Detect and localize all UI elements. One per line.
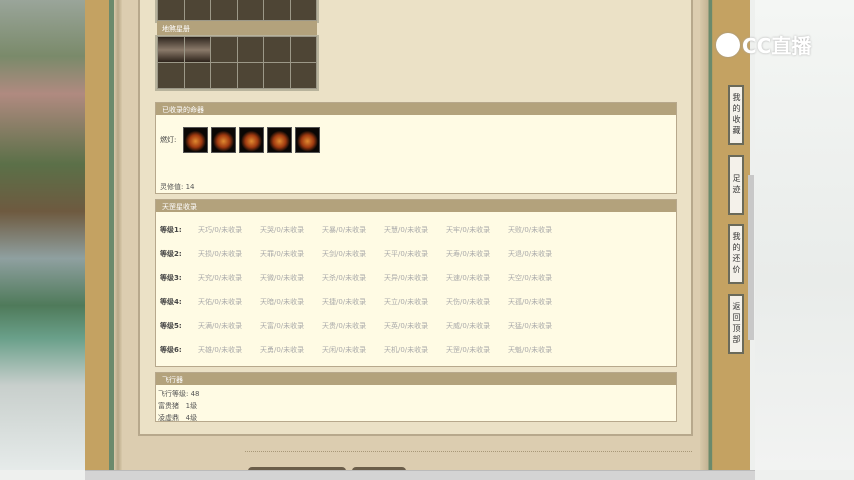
card-grid bbox=[155, 35, 319, 91]
card-slot[interactable] bbox=[157, 36, 185, 63]
divider bbox=[245, 451, 692, 452]
star-entry: 天伤/0/未收录 bbox=[446, 298, 491, 306]
level-label: 等级6: bbox=[160, 346, 182, 354]
star-entry: 天速/0/未收录 bbox=[446, 274, 491, 282]
flyer-panel: 飞行器 飞行等级: 48 富贵猪 1级 凌虚鼎 4级 bbox=[155, 372, 677, 422]
star-entry: 天寿/0/未收录 bbox=[446, 250, 491, 258]
star-entry: 天退/0/未收录 bbox=[508, 250, 553, 258]
frame-border-right bbox=[700, 0, 720, 470]
bargain-label: 我的还价 bbox=[732, 232, 741, 276]
panel-title: 已收录的命器 bbox=[156, 103, 676, 115]
star-entry: 天猛/0/未收录 bbox=[508, 322, 553, 330]
level-label: 等级5: bbox=[160, 322, 182, 330]
star-entry: 天杀/0/未收录 bbox=[322, 274, 367, 282]
logo-text: CC直播 bbox=[742, 34, 812, 58]
star-entry: 天究/0/未收录 bbox=[198, 274, 243, 282]
star-entry: 天闲/0/未收录 bbox=[322, 346, 367, 354]
level-label: 等级3: bbox=[160, 274, 182, 282]
artifact-icon[interactable] bbox=[266, 127, 292, 153]
star-entry: 天剑/0/未收录 bbox=[322, 250, 367, 258]
background-right bbox=[755, 0, 854, 470]
horizontal-scrollbar[interactable] bbox=[85, 470, 755, 480]
star-entry: 天富/0/未收录 bbox=[260, 322, 305, 330]
panel-title: 飞行器 bbox=[156, 373, 676, 385]
footprint-button[interactable]: 足迹 bbox=[728, 155, 744, 215]
star-entry: 天哭/0/未收录 bbox=[260, 226, 305, 234]
level-label: 等级1: bbox=[160, 226, 182, 234]
level-row: 等级2: 天损/0/未收录 天罪/0/未收录 天剑/0/未收录 天平/0/未收录 天寿/0… bbox=[160, 249, 670, 261]
star-entry: 天巧/0/未收录 bbox=[198, 226, 243, 234]
bargain-button[interactable]: 我的还价 bbox=[728, 224, 744, 284]
back-to-top-label: 返回顶部 bbox=[732, 302, 741, 346]
level-row: 等级4: 天佑/0/未收录 天暗/0/未收录 天捷/0/未收录 天立/0/未收录 天伤/0… bbox=[160, 297, 670, 309]
card-grid-top bbox=[155, 0, 319, 23]
star-entry: 天牢/0/未收录 bbox=[446, 226, 491, 234]
artifacts-panel: 已收录的命器 燃灯: 灵修值: 14 bbox=[155, 102, 677, 194]
star-entry: 天损/0/未收录 bbox=[198, 250, 243, 258]
star-entry: 天满/0/未收录 bbox=[198, 322, 243, 330]
panel-title: 天罡星收录 bbox=[156, 200, 676, 212]
footprint-label: 足迹 bbox=[732, 174, 741, 196]
vertical-scrollbar[interactable] bbox=[748, 175, 754, 340]
star-entry: 天罡/0/未收录 bbox=[446, 346, 491, 354]
star-entry: 天捷/0/未收录 bbox=[322, 298, 367, 306]
frame-border bbox=[114, 0, 122, 470]
star-entry: 天威/0/未收录 bbox=[446, 322, 491, 330]
artifact-icon[interactable] bbox=[238, 127, 264, 153]
star-entry: 天贵/0/未收录 bbox=[322, 322, 367, 330]
artifact-icon[interactable] bbox=[210, 127, 236, 153]
star-entry: 天英/0/未收录 bbox=[384, 322, 429, 330]
spirit-value: 灵修值: 14 bbox=[160, 183, 195, 191]
level-row: 等级1: 天巧/0/未收录 天哭/0/未收录 天暴/0/未收录 天慧/0/未收录 天牢/0… bbox=[160, 225, 670, 237]
star-entry: 天暗/0/未收录 bbox=[260, 298, 305, 306]
star-entry: 天平/0/未收录 bbox=[384, 250, 429, 258]
cc-live-logo: CC直播 bbox=[716, 30, 811, 59]
star-entry: 天空/0/未收录 bbox=[508, 274, 553, 282]
back-to-top-button[interactable]: 返回顶部 bbox=[728, 294, 744, 354]
star-entry: 天败/0/未收录 bbox=[508, 226, 553, 234]
row-label: 燃灯: bbox=[160, 136, 177, 144]
level-label: 等级4: bbox=[160, 298, 182, 306]
star-entry: 天机/0/未收录 bbox=[384, 346, 429, 354]
tiangang-panel: 天罡星收录 等级1: 天巧/0/未收录 天哭/0/未收录 天暴/0/未收录 天慧/0/未… bbox=[155, 199, 677, 367]
favorites-label: 我的收藏 bbox=[732, 93, 741, 137]
star-entry: 天雄/0/未收录 bbox=[198, 346, 243, 354]
frame-border bbox=[85, 0, 109, 470]
star-entry: 天罪/0/未收录 bbox=[260, 250, 305, 258]
level-row: 等级5: 天满/0/未收录 天富/0/未收录 天贵/0/未收录 天英/0/未收录 天威/0… bbox=[160, 321, 670, 333]
level-row: 等级6: 天雄/0/未收录 天勇/0/未收录 天闲/0/未收录 天机/0/未收录 天罡/0… bbox=[160, 345, 670, 357]
flyer-item: 富贵猪 1级 bbox=[158, 402, 198, 410]
star-entry: 天慧/0/未收录 bbox=[384, 226, 429, 234]
star-entry: 天勇/0/未收录 bbox=[260, 346, 305, 354]
level-label: 等级2: bbox=[160, 250, 182, 258]
star-entry: 天异/0/未收录 bbox=[384, 274, 429, 282]
artifact-icon[interactable] bbox=[294, 127, 320, 153]
artifact-icon[interactable] bbox=[182, 127, 208, 153]
star-entry: 天魁/0/未收录 bbox=[508, 346, 553, 354]
flyer-level: 飞行等级: 48 bbox=[158, 390, 200, 398]
level-row: 等级3: 天究/0/未收录 天微/0/未收录 天杀/0/未收录 天异/0/未收录 天速/0… bbox=[160, 273, 670, 285]
favorites-button[interactable]: 我的收藏 bbox=[728, 85, 744, 145]
grid-title: 地煞星册 bbox=[157, 21, 317, 35]
star-entry: 天佑/0/未收录 bbox=[198, 298, 243, 306]
star-entry: 天孤/0/未收录 bbox=[508, 298, 553, 306]
flyer-item: 凌虚鼎 4级 bbox=[158, 414, 198, 422]
background-scenery bbox=[0, 0, 85, 470]
star-entry: 天立/0/未收录 bbox=[384, 298, 429, 306]
logo-icon bbox=[716, 32, 740, 57]
card-slot[interactable] bbox=[183, 36, 211, 63]
star-entry: 天微/0/未收录 bbox=[260, 274, 305, 282]
star-entry: 天暴/0/未收录 bbox=[322, 226, 367, 234]
